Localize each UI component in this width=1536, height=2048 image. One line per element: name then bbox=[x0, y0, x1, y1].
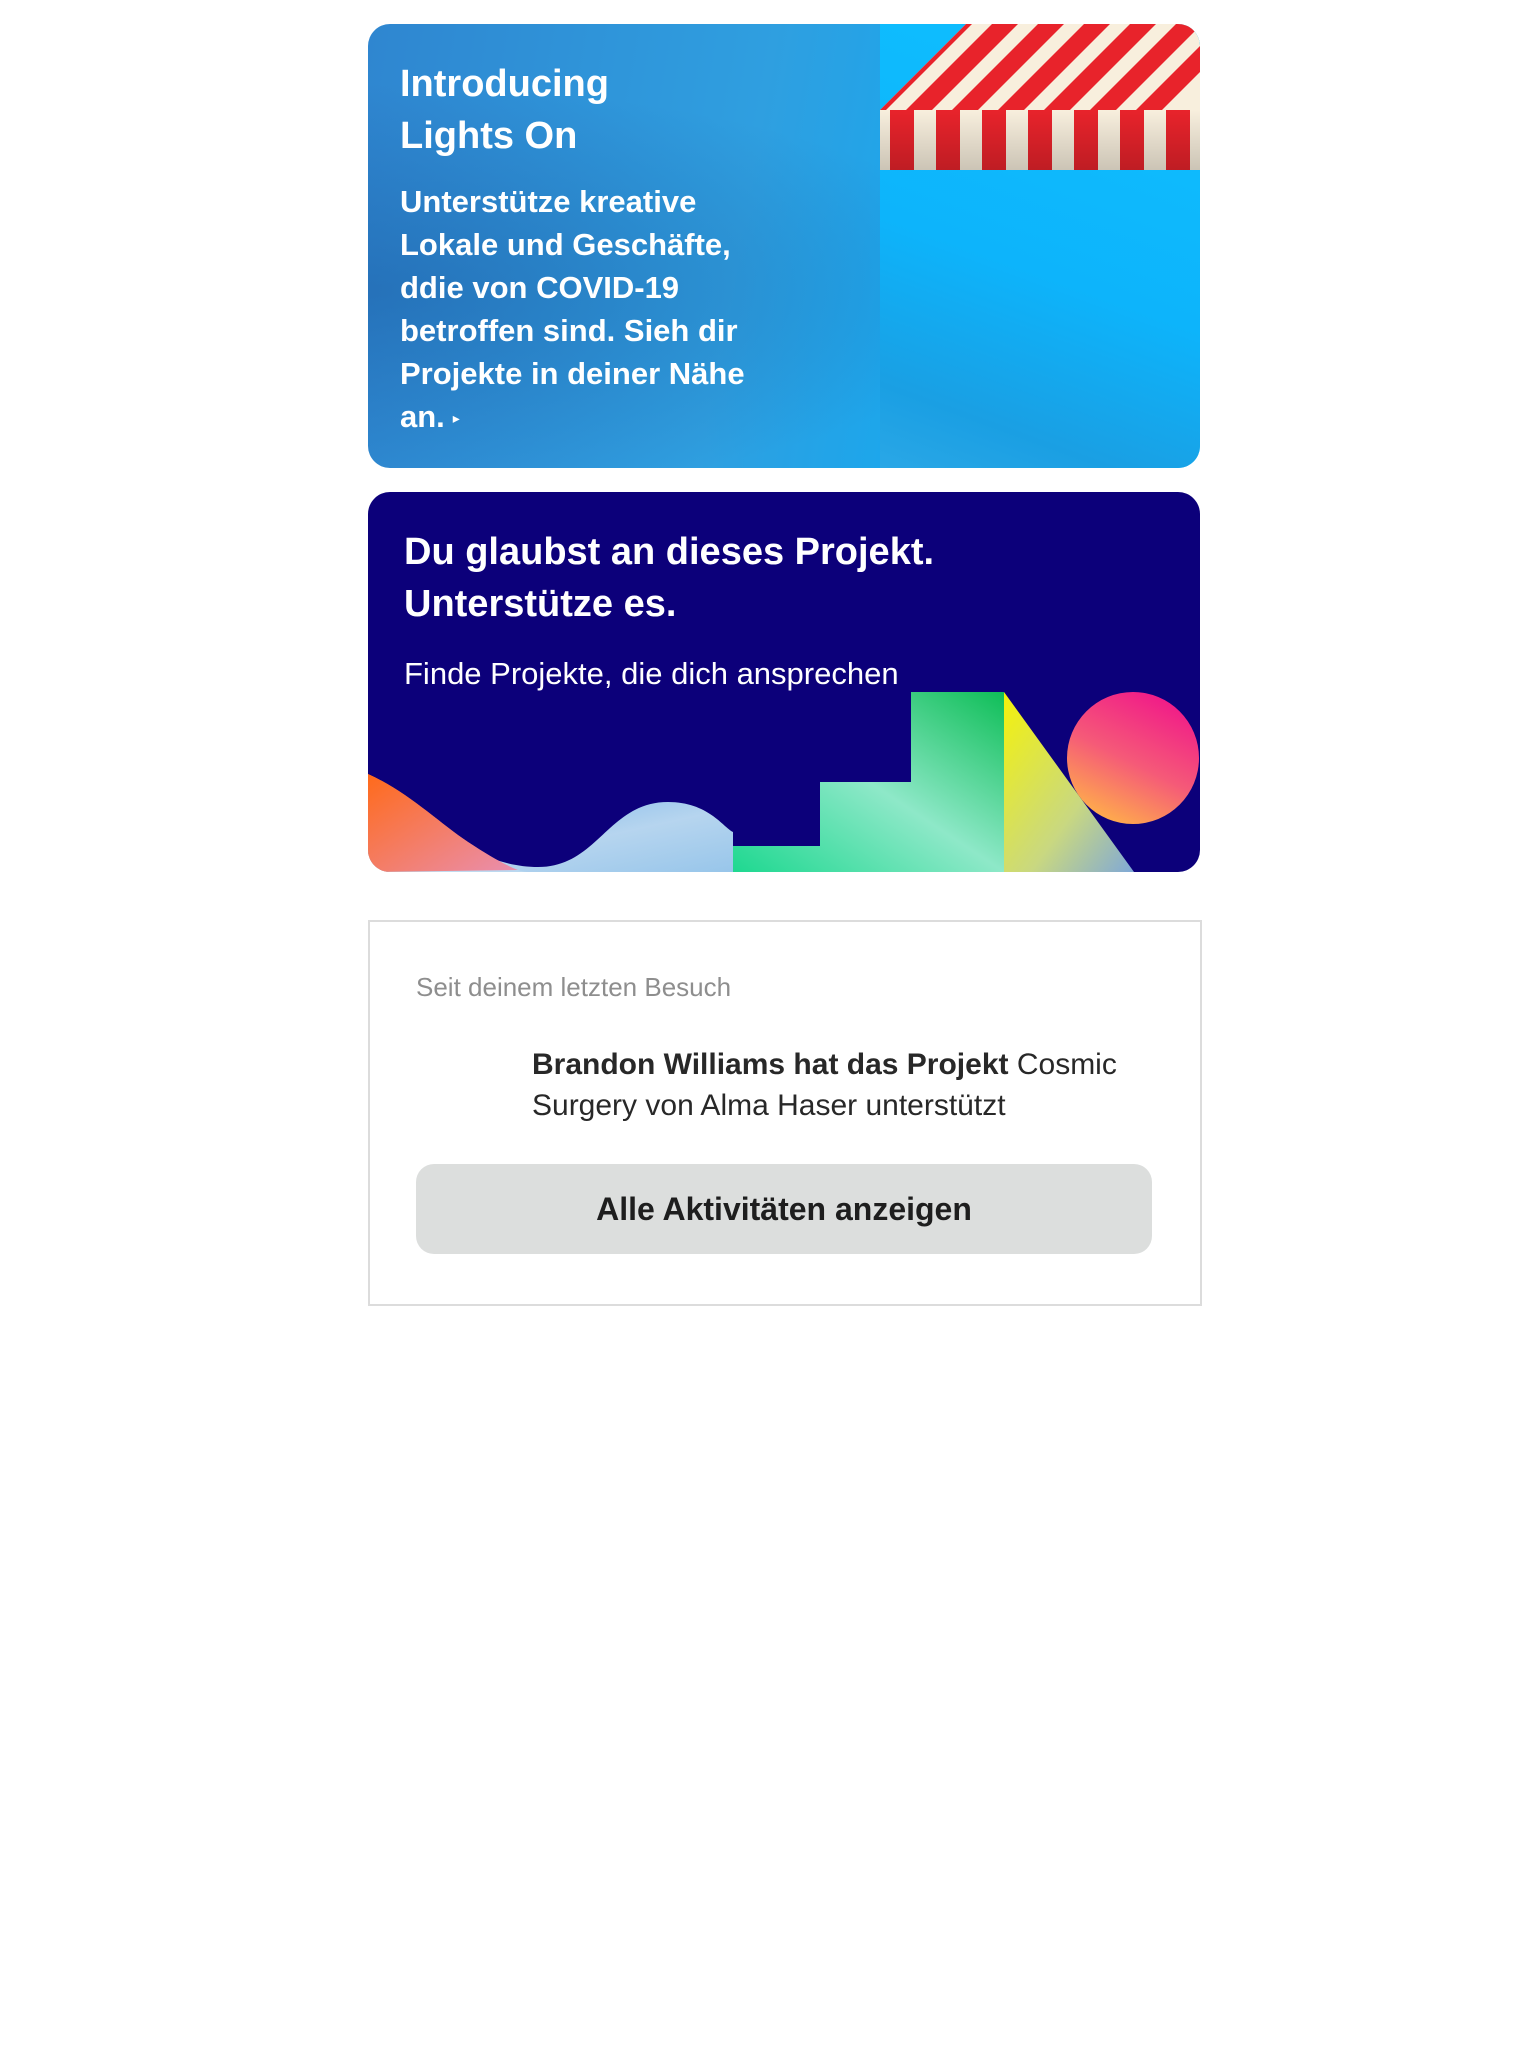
discover-projects-subtitle: Finde Projekte, die dich ansprechen bbox=[404, 656, 899, 691]
play-arrow-icon: ▸ bbox=[452, 410, 460, 427]
activity-card: Seit deinem letzten Besuch Brandon Willi… bbox=[368, 920, 1202, 1306]
avatar bbox=[416, 1046, 480, 1110]
lights-on-card[interactable]: Introducing Lights On Unterstütze kreati… bbox=[368, 24, 1200, 468]
feed-column: Introducing Lights On Unterstütze kreati… bbox=[368, 24, 1202, 1306]
lights-on-description: Unterstütze kreative Lokale und Geschäft… bbox=[400, 180, 800, 440]
lights-on-title: Introducing Lights On bbox=[400, 63, 609, 157]
discover-projects-card[interactable]: Du glaubst an dieses Projekt. Unterstütz… bbox=[368, 492, 1200, 872]
show-all-activity-button[interactable]: Alle Aktivitäten anzeigen bbox=[416, 1164, 1152, 1254]
activity-section-header: Seit deinem letzten Besuch bbox=[416, 972, 732, 1002]
activity-item[interactable]: Brandon Williams hat das Projekt Cosmic … bbox=[532, 1044, 1152, 1126]
lights-on-body-text: Unterstütze kreative Lokale und Geschäft… bbox=[400, 184, 745, 434]
discover-projects-title: Du glaubst an dieses Projekt. Unterstütz… bbox=[404, 531, 935, 625]
activity-actor-text: Brandon Williams hat das Projekt bbox=[532, 1048, 1009, 1081]
awning-illustration bbox=[880, 24, 1200, 170]
